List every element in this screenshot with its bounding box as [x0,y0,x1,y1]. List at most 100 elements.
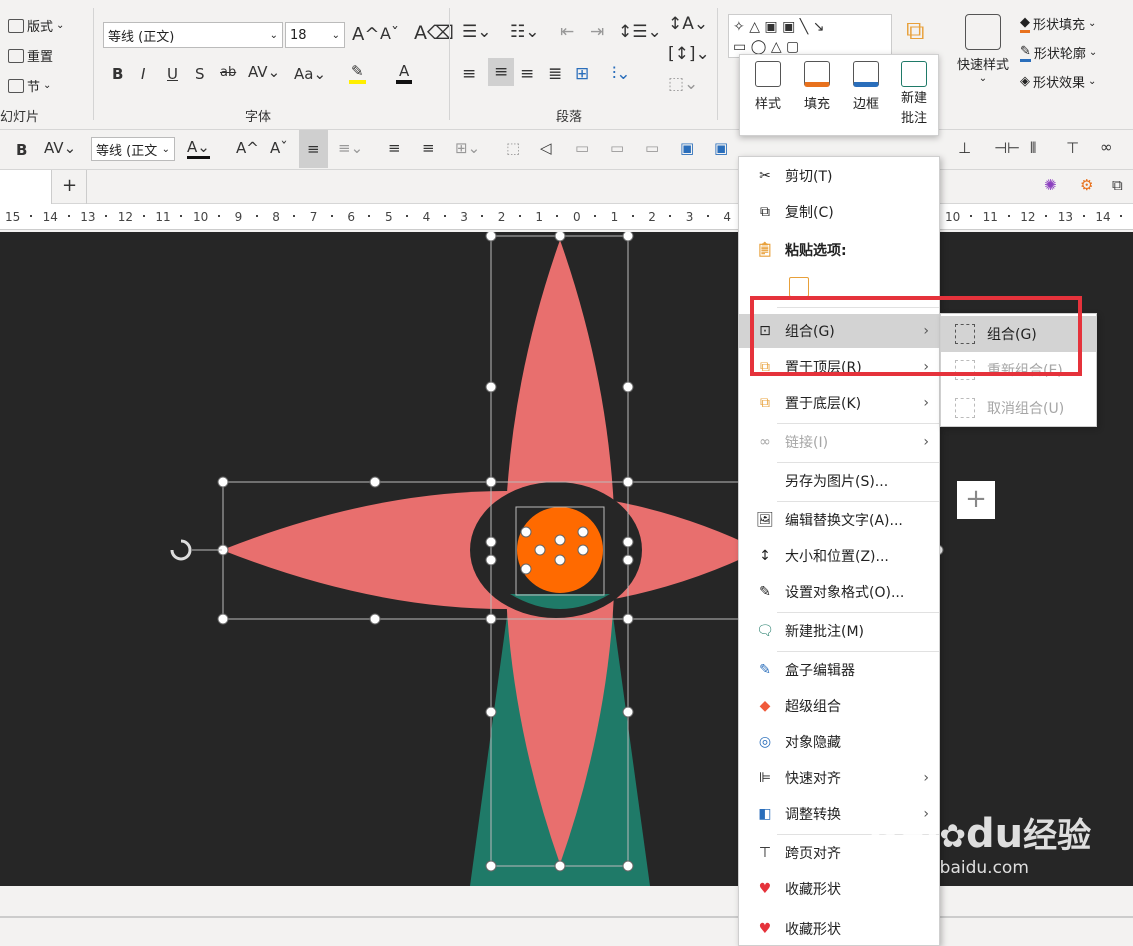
triangle-icon[interactable]: ◁ [540,139,552,157]
rectangle-shape-icon[interactable]: ▭ [733,39,746,55]
font-size-combo[interactable]: 18 ⌄ [285,22,345,48]
grow-font-icon[interactable]: A^ [352,24,379,45]
layout-button[interactable]: 版式 ⌄ [8,16,64,35]
align-icon[interactable]: ⊤ [1066,139,1079,157]
menu-item-send-to-back[interactable]: ⧉ 置于底层(K) › [739,386,939,420]
shape-effects-button[interactable]: ◈ 形状效果 ⌄ [1020,72,1096,91]
menu-item-edit-alt-text[interactable]: 🖼︎ 编辑替换文字(A)... [739,503,939,537]
italic-icon[interactable]: I [141,65,145,83]
submenu-item-ungroup[interactable]: 取消组合(U) [941,390,1096,426]
bold-icon[interactable]: B [16,141,27,159]
link-icon[interactable]: ∞ [1100,138,1113,156]
section-button[interactable]: 节 ⌄ [8,76,51,95]
align-right-icon[interactable]: ≡ [520,64,534,84]
decrease-indent-icon[interactable]: ⇤ [560,22,574,42]
triangle-shape-icon[interactable]: △ [749,19,760,35]
arrow-shape-icon[interactable]: ↘ [813,19,825,35]
line-spacing-icon[interactable]: ↕☰⌄ [618,22,662,42]
vertical-textbox-icon[interactable]: ▣ [782,19,795,35]
gear-icon[interactable]: ⚙ [1080,176,1093,194]
restore-icon[interactable]: ⧉ [1112,176,1123,194]
align-left-icon[interactable]: ≡ [388,139,401,157]
crop-icon[interactable]: ⬚ [506,139,520,157]
font-name-combo[interactable]: 等线 (正文 ⌄ [91,137,175,161]
table-icon[interactable]: ⊞⌄ [455,139,480,157]
menu-item-super-group[interactable]: ◆ 超级组合 [739,689,939,723]
align-center-icon[interactable]: ≡ [488,58,515,86]
distribute-icon[interactable]: ⊣⊢ [994,139,1020,157]
menu-item-quick-align[interactable]: ⊫ 快速对齐 › [739,761,939,795]
shadow-icon[interactable]: S [195,65,205,83]
align-left-icon[interactable]: ≡ [462,64,476,84]
menu-item-size-position[interactable]: ↕ 大小和位置(Z)... [739,539,939,573]
menu-item-box-editor[interactable]: ✎ 盒子编辑器 [739,653,939,687]
box-icon[interactable]: ▭ [575,139,589,157]
shapes-gallery[interactable]: ✧ △ ▣ ▣ ╲ ↘ ▭ ◯ △ ▢ [728,14,892,58]
shrink-font-icon[interactable]: Aˇ [380,24,399,43]
justify-icon[interactable]: ≡⌄ [338,139,363,157]
increase-indent-icon[interactable]: ⇥ [590,22,604,42]
fill-button[interactable]: 填充 [795,61,839,112]
quick-styles-button[interactable]: 快速样式 ⌄ [950,14,1016,84]
ruler-minor-tick [293,215,296,217]
add-tab-icon[interactable]: + [62,175,77,196]
menu-item-copy[interactable]: ⧉ 复制(C) [739,195,939,229]
paste-picture-icon[interactable] [789,277,809,297]
add-element-button[interactable]: + [957,481,995,519]
shape-fill-button[interactable]: ◆ 形状填充 ⌄ [1020,14,1096,33]
menu-item-save-as-picture[interactable]: 另存为图片(S)... [739,464,939,498]
rounded-rect-icon[interactable]: ▢ [786,39,799,55]
menu-item-new-comment[interactable]: 🗨︎ 新建批注(M) [739,614,939,648]
shape-outline-button[interactable]: ✎ 形状轮廓 ⌄ [1020,43,1097,62]
ruler-tick-label: 4 [723,210,732,224]
style-button[interactable]: 样式 [746,61,790,112]
arrange-icon[interactable]: ⧉ [906,16,925,47]
columns-icon[interactable]: ⫶⌄ [612,64,631,84]
align-text-icon[interactable]: [↕]⌄ [668,44,710,64]
char-spacing-icon[interactable]: AV⌄ [248,63,280,81]
align-icon[interactable]: ⊥ [958,139,971,157]
align-right-icon[interactable]: ≡ [422,139,435,157]
textbox-icon[interactable]: ▣ [714,139,728,157]
triangle-shape-icon[interactable]: △ [771,39,782,55]
line-shape-icon[interactable]: ╲ [800,19,808,35]
bullets-icon[interactable]: ☰⌄ [462,22,491,42]
distribute-icon[interactable]: ⫴ [1030,139,1036,157]
bold-icon[interactable]: B [112,65,123,83]
clear-format-icon[interactable]: A⌫ [414,22,454,44]
menu-item-format-object[interactable]: ✎ 设置对象格式(O)... [739,575,939,609]
oval-shape-icon[interactable]: ◯ [751,39,767,55]
star-shape-icon[interactable]: ✧ [733,19,745,35]
align-center-icon[interactable]: ≡ [299,130,328,168]
paint-bucket-icon: ◆ [1020,15,1030,33]
menu-item-hide-object[interactable]: ◎ 对象隐藏 [739,725,939,759]
ruler-minor-tick [218,215,220,217]
justify-icon[interactable]: ≣ [548,64,562,84]
smartart-icon[interactable]: ⬚⌄ [668,74,698,94]
box-icon[interactable]: ▭ [645,139,659,157]
strikethrough-icon[interactable]: ab [220,65,236,80]
grow-font-icon[interactable]: A^ [236,139,259,157]
highlight-icon[interactable]: ✎ [349,62,366,84]
font-color-icon[interactable]: A [396,62,413,84]
text-direction-icon[interactable]: ↕A⌄ [668,14,708,34]
change-case-icon[interactable]: Aa⌄ [294,65,326,83]
char-spacing-icon[interactable]: AV⌄ [44,139,76,157]
underline-icon[interactable]: U [167,65,178,83]
menu-item-favorite-shape-2[interactable]: ♥ 收藏形状 [739,912,939,946]
magic-icon[interactable]: ✺ [1044,176,1057,194]
font-color-icon[interactable]: A⌄ [187,138,210,159]
border-button[interactable]: 边框 [844,61,888,112]
distribute-icon[interactable]: ⊞ [575,64,589,84]
textbox-icon[interactable]: ▣ [680,139,694,157]
shrink-font-icon[interactable]: Aˇ [270,139,288,157]
numbering-icon[interactable]: ☷⌄ [510,22,539,42]
box-icon[interactable]: ▭ [610,139,624,157]
new-comment-button[interactable]: 新建 批注 [892,61,936,129]
font-name-combo[interactable]: 等线 (正文) ⌄ [103,22,283,48]
menu-item-link[interactable]: ∞ 链接(I) › [739,425,939,459]
reset-button[interactable]: 重置 [8,46,53,65]
comment-icon: 🗨︎ [756,623,774,639]
menu-item-cut[interactable]: ✂ 剪切(T) [739,159,939,193]
textbox-shape-icon[interactable]: ▣ [764,19,777,35]
